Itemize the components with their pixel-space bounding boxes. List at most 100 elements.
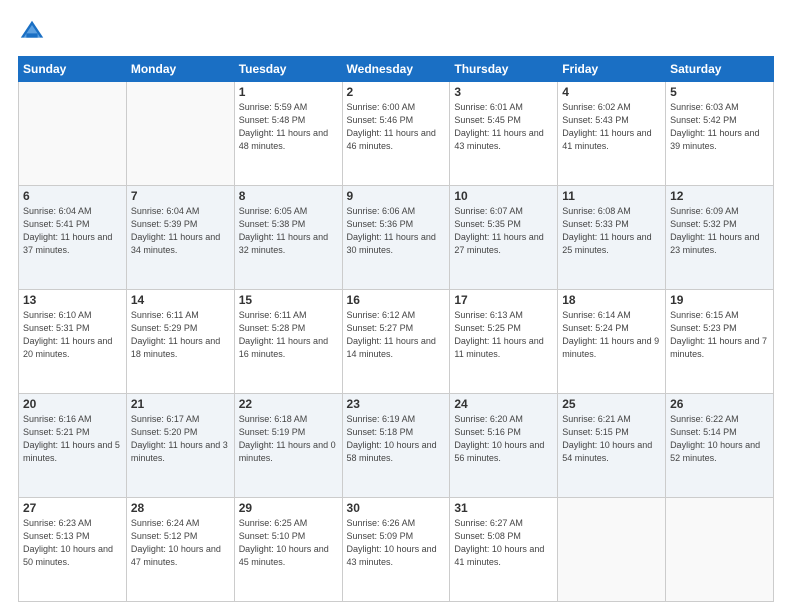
day-cell: 13 Sunrise: 6:10 AM Sunset: 5:31 PM Dayli…	[19, 290, 127, 394]
day-number: 24	[454, 397, 553, 411]
weekday-header-friday: Friday	[558, 57, 666, 82]
day-number: 20	[23, 397, 122, 411]
day-cell: 5 Sunrise: 6:03 AM Sunset: 5:42 PM Daylig…	[666, 82, 774, 186]
day-info: Sunrise: 6:02 AM Sunset: 5:43 PM Dayligh…	[562, 101, 661, 153]
day-cell: 26 Sunrise: 6:22 AM Sunset: 5:14 PM Dayli…	[666, 394, 774, 498]
day-cell: 11Sunrise: 6:08 AM Sunset: 5:33 PM Dayli…	[558, 186, 666, 290]
logo-icon	[18, 18, 46, 46]
day-number: 22	[239, 397, 338, 411]
day-number: 26	[670, 397, 769, 411]
day-info: Sunrise: 6:12 AM Sunset: 5:27 PM Dayligh…	[347, 309, 446, 361]
day-info: Sunrise: 6:14 AM Sunset: 5:24 PM Dayligh…	[562, 309, 661, 361]
day-number: 2	[347, 85, 446, 99]
day-number: 17	[454, 293, 553, 307]
day-cell: 25 Sunrise: 6:21 AM Sunset: 5:15 PM Dayli…	[558, 394, 666, 498]
day-number: 19	[670, 293, 769, 307]
weekday-header-monday: Monday	[126, 57, 234, 82]
day-cell: 4 Sunrise: 6:02 AM Sunset: 5:43 PM Daylig…	[558, 82, 666, 186]
day-cell: 7 Sunrise: 6:04 AM Sunset: 5:39 PM Daylig…	[126, 186, 234, 290]
page: SundayMondayTuesdayWednesdayThursdayFrid…	[0, 0, 792, 612]
day-cell	[126, 82, 234, 186]
day-cell: 28Sunrise: 6:24 AM Sunset: 5:12 PM Dayli…	[126, 498, 234, 602]
day-cell: 12 Sunrise: 6:09 AM Sunset: 5:32 PM Dayli…	[666, 186, 774, 290]
day-number: 1	[239, 85, 338, 99]
day-cell: 31 Sunrise: 6:27 AM Sunset: 5:08 PM Dayli…	[450, 498, 558, 602]
day-number: 31	[454, 501, 553, 515]
day-number: 8	[239, 189, 338, 203]
day-info: Sunrise: 6:11 AM Sunset: 5:29 PM Dayligh…	[131, 309, 230, 361]
week-row-5: 27 Sunrise: 6:23 AM Sunset: 5:13 PM Dayli…	[19, 498, 774, 602]
day-cell	[666, 498, 774, 602]
day-cell: 8Sunrise: 6:05 AM Sunset: 5:38 PM Daylig…	[234, 186, 342, 290]
weekday-header-row: SundayMondayTuesdayWednesdayThursdayFrid…	[19, 57, 774, 82]
day-cell: 23 Sunrise: 6:19 AM Sunset: 5:18 PM Dayli…	[342, 394, 450, 498]
day-info: Sunrise: 6:27 AM Sunset: 5:08 PM Dayligh…	[454, 517, 553, 569]
day-info: Sunrise: 6:18 AM Sunset: 5:19 PM Dayligh…	[239, 413, 338, 465]
day-cell: 19Sunrise: 6:15 AM Sunset: 5:23 PM Dayli…	[666, 290, 774, 394]
day-number: 7	[131, 189, 230, 203]
day-number: 15	[239, 293, 338, 307]
day-cell: 22 Sunrise: 6:18 AM Sunset: 5:19 PM Dayli…	[234, 394, 342, 498]
day-info: Sunrise: 6:11 AM Sunset: 5:28 PM Dayligh…	[239, 309, 338, 361]
day-info: Sunrise: 6:16 AM Sunset: 5:21 PM Dayligh…	[23, 413, 122, 465]
day-cell: 9 Sunrise: 6:06 AM Sunset: 5:36 PM Daylig…	[342, 186, 450, 290]
day-info: Sunrise: 6:13 AM Sunset: 5:25 PM Dayligh…	[454, 309, 553, 361]
weekday-header-saturday: Saturday	[666, 57, 774, 82]
day-number: 9	[347, 189, 446, 203]
day-info: Sunrise: 6:17 AM Sunset: 5:20 PM Dayligh…	[131, 413, 230, 465]
day-info: Sunrise: 6:24 AM Sunset: 5:12 PM Dayligh…	[131, 517, 230, 569]
day-cell: 24Sunrise: 6:20 AM Sunset: 5:16 PM Dayli…	[450, 394, 558, 498]
day-info: Sunrise: 6:09 AM Sunset: 5:32 PM Dayligh…	[670, 205, 769, 257]
week-row-1: 1Sunrise: 5:59 AM Sunset: 5:48 PM Daylig…	[19, 82, 774, 186]
day-number: 18	[562, 293, 661, 307]
day-cell: 10Sunrise: 6:07 AM Sunset: 5:35 PM Dayli…	[450, 186, 558, 290]
day-cell: 20 Sunrise: 6:16 AM Sunset: 5:21 PM Dayli…	[19, 394, 127, 498]
day-cell: 1Sunrise: 5:59 AM Sunset: 5:48 PM Daylig…	[234, 82, 342, 186]
day-number: 5	[670, 85, 769, 99]
day-number: 16	[347, 293, 446, 307]
day-cell: 3 Sunrise: 6:01 AM Sunset: 5:45 PM Daylig…	[450, 82, 558, 186]
day-cell: 16 Sunrise: 6:12 AM Sunset: 5:27 PM Dayli…	[342, 290, 450, 394]
day-info: Sunrise: 6:01 AM Sunset: 5:45 PM Dayligh…	[454, 101, 553, 153]
day-cell: 21Sunrise: 6:17 AM Sunset: 5:20 PM Dayli…	[126, 394, 234, 498]
day-info: Sunrise: 6:04 AM Sunset: 5:39 PM Dayligh…	[131, 205, 230, 257]
day-info: Sunrise: 6:21 AM Sunset: 5:15 PM Dayligh…	[562, 413, 661, 465]
day-info: Sunrise: 6:22 AM Sunset: 5:14 PM Dayligh…	[670, 413, 769, 465]
week-row-3: 13 Sunrise: 6:10 AM Sunset: 5:31 PM Dayli…	[19, 290, 774, 394]
day-cell: 27 Sunrise: 6:23 AM Sunset: 5:13 PM Dayli…	[19, 498, 127, 602]
day-cell: 18 Sunrise: 6:14 AM Sunset: 5:24 PM Dayli…	[558, 290, 666, 394]
day-cell: 14 Sunrise: 6:11 AM Sunset: 5:29 PM Dayli…	[126, 290, 234, 394]
day-number: 27	[23, 501, 122, 515]
day-number: 23	[347, 397, 446, 411]
weekday-header-sunday: Sunday	[19, 57, 127, 82]
day-cell: 6 Sunrise: 6:04 AM Sunset: 5:41 PM Daylig…	[19, 186, 127, 290]
day-cell: 2Sunrise: 6:00 AM Sunset: 5:46 PM Daylig…	[342, 82, 450, 186]
day-number: 29	[239, 501, 338, 515]
day-cell: 30 Sunrise: 6:26 AM Sunset: 5:09 PM Dayli…	[342, 498, 450, 602]
day-info: Sunrise: 6:04 AM Sunset: 5:41 PM Dayligh…	[23, 205, 122, 257]
day-cell: 15 Sunrise: 6:11 AM Sunset: 5:28 PM Dayli…	[234, 290, 342, 394]
day-number: 14	[131, 293, 230, 307]
weekday-header-tuesday: Tuesday	[234, 57, 342, 82]
day-number: 6	[23, 189, 122, 203]
weekday-header-wednesday: Wednesday	[342, 57, 450, 82]
day-info: Sunrise: 6:06 AM Sunset: 5:36 PM Dayligh…	[347, 205, 446, 257]
header	[18, 18, 774, 46]
day-cell	[19, 82, 127, 186]
day-info: Sunrise: 6:10 AM Sunset: 5:31 PM Dayligh…	[23, 309, 122, 361]
day-info: Sunrise: 6:26 AM Sunset: 5:09 PM Dayligh…	[347, 517, 446, 569]
day-number: 11	[562, 189, 661, 203]
day-number: 13	[23, 293, 122, 307]
day-info: Sunrise: 6:03 AM Sunset: 5:42 PM Dayligh…	[670, 101, 769, 153]
day-number: 12	[670, 189, 769, 203]
week-row-2: 6 Sunrise: 6:04 AM Sunset: 5:41 PM Daylig…	[19, 186, 774, 290]
day-info: Sunrise: 6:23 AM Sunset: 5:13 PM Dayligh…	[23, 517, 122, 569]
day-number: 3	[454, 85, 553, 99]
day-number: 30	[347, 501, 446, 515]
day-number: 25	[562, 397, 661, 411]
day-cell: 17 Sunrise: 6:13 AM Sunset: 5:25 PM Dayli…	[450, 290, 558, 394]
day-info: Sunrise: 6:19 AM Sunset: 5:18 PM Dayligh…	[347, 413, 446, 465]
weekday-header-thursday: Thursday	[450, 57, 558, 82]
day-number: 4	[562, 85, 661, 99]
logo	[18, 18, 50, 46]
